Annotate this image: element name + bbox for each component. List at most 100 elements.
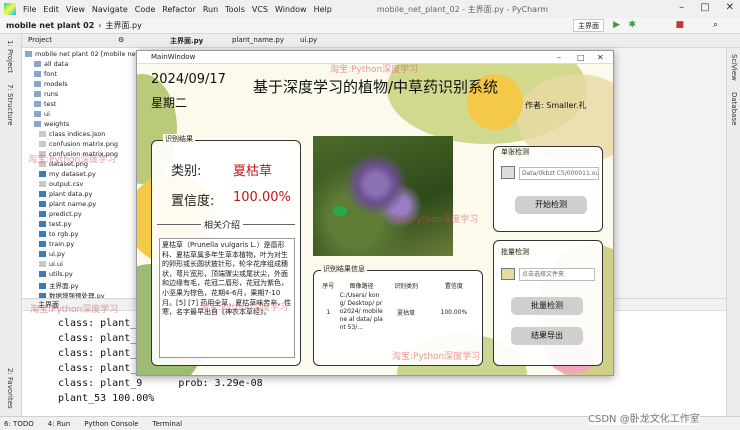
file-icon <box>39 211 46 217</box>
maximize-icon[interactable]: □ <box>700 2 709 13</box>
tree-item-label: output.csv <box>49 180 84 188</box>
table-row[interactable]: 1 C:/Users/ kong/ Desktop/ pro2024/ mobi… <box>317 292 479 332</box>
editor-tabbar: Project ⚙ 主界面.py plant_name.py ui.py <box>22 34 740 48</box>
tree-folder[interactable]: weights <box>34 120 69 128</box>
tree-folder[interactable]: all data <box>34 60 68 68</box>
plant-image <box>313 136 453 256</box>
col-header-path: 图像路径 <box>349 282 374 290</box>
col-header-class: 识别类别 <box>394 282 419 290</box>
export-results-button[interactable]: 结果导出 <box>511 327 583 345</box>
tree-folder[interactable]: models <box>34 80 68 88</box>
app-title: 基于深度学习的植物/中草药识别系统 <box>253 78 499 96</box>
folder-icon[interactable] <box>501 268 515 280</box>
tree-item-label: plant data.py <box>49 190 93 198</box>
console-line: plant_53 100.00% <box>58 393 155 404</box>
batch-folder-input[interactable]: 点击选择文件夹 <box>519 268 595 281</box>
pycharm-logo-icon <box>4 3 16 15</box>
close-icon[interactable]: ✕ <box>726 2 734 13</box>
file-icon <box>39 201 46 207</box>
single-detect-group <box>493 146 603 232</box>
menu-navigate[interactable]: Navigate <box>92 5 128 14</box>
col-header-index: 序号 <box>322 282 335 290</box>
single-path-input[interactable]: Data/0kbzt C5/000011.ouc <box>519 167 599 180</box>
menu-file[interactable]: File <box>23 5 36 14</box>
file-icon <box>39 241 46 247</box>
right-tool-strip: SciView Database <box>726 48 740 416</box>
stop-icon[interactable]: ■ <box>675 20 684 30</box>
nav-project[interactable]: mobile net plant 02 <box>6 21 94 30</box>
minimize-icon[interactable]: – <box>679 2 684 13</box>
menu-vcs[interactable]: VCS <box>252 5 268 14</box>
run-config-select[interactable]: 主界面 <box>573 19 604 32</box>
tree-file[interactable]: utils.py <box>39 270 73 278</box>
tree-file[interactable]: ui.ui <box>39 260 63 268</box>
menu-window[interactable]: Window <box>275 5 307 14</box>
left-tool-strip: 1: Project 7: Structure 2: Favorites <box>0 34 22 416</box>
image-file-icon[interactable] <box>501 166 515 179</box>
tab-plant-name[interactable]: plant_name.py <box>232 36 284 44</box>
app-close-icon[interactable]: ✕ <box>597 51 604 64</box>
tree-file[interactable]: output.csv <box>39 180 83 188</box>
tool-project[interactable]: 1: Project <box>6 40 14 73</box>
file-icon <box>39 251 46 257</box>
tree-item-label: my dataset.py <box>49 170 96 178</box>
tree-file[interactable]: 数据增强预处理.py <box>39 290 105 298</box>
file-icon <box>39 283 46 289</box>
menu-help[interactable]: Help <box>314 5 332 14</box>
menu-tools[interactable]: Tools <box>225 5 245 14</box>
tree-file[interactable]: predict.py <box>39 210 82 218</box>
tool-sciview[interactable]: SciView <box>730 54 738 81</box>
tab-ui[interactable]: ui.py <box>300 36 317 44</box>
tree-file[interactable]: to rgb.py <box>39 230 78 238</box>
terminal-tab[interactable]: Terminal <box>152 420 182 428</box>
tree-item-label: ui <box>44 110 50 118</box>
menu-run[interactable]: Run <box>203 5 218 14</box>
app-minimize-icon[interactable]: – <box>557 51 561 64</box>
tree-file[interactable]: plant data.py <box>39 190 92 198</box>
nav-file[interactable]: 主界面.py <box>106 20 142 31</box>
app-window-title: MainWindow <box>151 53 196 61</box>
app-maximize-icon[interactable]: □ <box>577 51 585 64</box>
search-icon[interactable]: ⌕ <box>713 20 718 30</box>
file-icon <box>39 181 46 187</box>
run-bottom-tab[interactable]: 4: Run <box>48 420 70 428</box>
gear-icon[interactable]: ⚙ <box>118 36 124 44</box>
folder-icon <box>34 111 41 117</box>
start-detect-button[interactable]: 开始检测 <box>515 196 587 214</box>
single-detect-title: 单张检测 <box>499 147 531 157</box>
tree-folder[interactable]: ui <box>34 110 50 118</box>
menu-code[interactable]: Code <box>135 5 155 14</box>
todo-tab[interactable]: 6: TODO <box>4 420 34 428</box>
file-icon <box>39 231 46 237</box>
tree-file[interactable]: plant name.py <box>39 200 96 208</box>
tree-folder[interactable]: test <box>34 100 56 108</box>
project-panel-label[interactable]: Project <box>28 36 52 44</box>
tree-folder[interactable]: font <box>34 70 57 78</box>
ide-navbar: mobile net plant 02 › 主界面.py 主界面 ▶ ✱ ■ ⌕ <box>0 18 740 34</box>
tree-file[interactable]: ui.py <box>39 250 65 258</box>
debug-icon[interactable]: ✱ <box>628 20 636 30</box>
run-icon[interactable]: ▶ <box>613 20 620 30</box>
tree-item-label: runs <box>44 90 59 98</box>
tab-main[interactable]: 主界面.py <box>170 36 203 46</box>
console-line: class: plant_9 prob: 3.29e-08 <box>58 378 263 389</box>
tree-file[interactable]: 主界面.py <box>39 280 79 290</box>
tree-item-label: font <box>44 70 57 78</box>
tree-root[interactable]: mobile net plant 02 [mobile net <box>25 50 138 58</box>
confidence-value: 100.00% <box>233 190 291 205</box>
tree-file[interactable]: test.py <box>39 220 72 228</box>
batch-detect-button[interactable]: 批量检测 <box>511 297 583 315</box>
menu-edit[interactable]: Edit <box>43 5 59 14</box>
tree-file[interactable]: train.py <box>39 240 74 248</box>
menu-view[interactable]: View <box>66 5 85 14</box>
tree-file[interactable]: confusion matrix.png <box>39 140 118 148</box>
tree-folder[interactable]: runs <box>34 90 58 98</box>
tree-file[interactable]: my dataset.py <box>39 170 96 178</box>
tool-favorites[interactable]: 2: Favorites <box>6 368 14 409</box>
tool-database[interactable]: Database <box>730 92 738 125</box>
menu-refactor[interactable]: Refactor <box>162 5 196 14</box>
python-console-tab[interactable]: Python Console <box>84 420 138 428</box>
tool-structure[interactable]: 7: Structure <box>6 84 14 126</box>
tree-file[interactable]: class indices.json <box>39 130 105 138</box>
folder-icon <box>34 121 41 127</box>
